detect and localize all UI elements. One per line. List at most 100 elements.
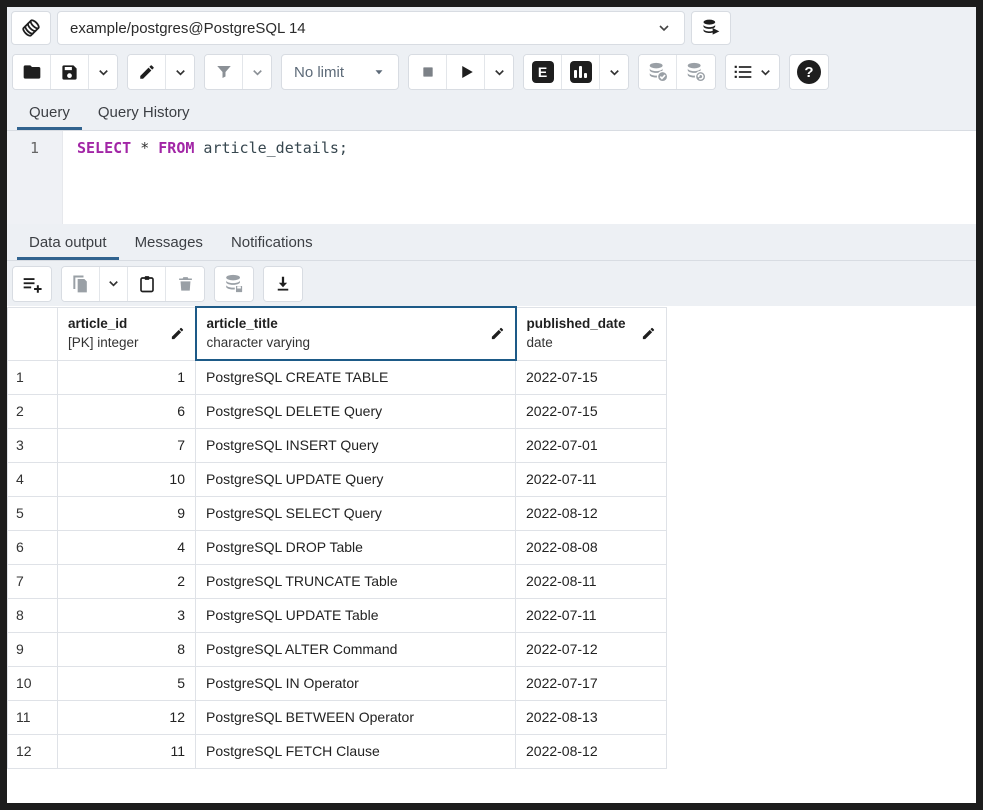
- tab-data-output[interactable]: Data output: [17, 224, 119, 260]
- save-button[interactable]: [51, 55, 89, 89]
- explain-button[interactable]: E: [524, 55, 562, 89]
- cell-article-id[interactable]: 8: [57, 631, 196, 667]
- tab-notifications[interactable]: Notifications: [219, 224, 325, 260]
- table-row: 5 9 PostgreSQL SELECT Query 2022-08-12: [7, 495, 667, 531]
- cell-article-id[interactable]: 7: [57, 427, 196, 463]
- row-number-cell[interactable]: 6: [7, 529, 58, 565]
- download-results-button[interactable]: [264, 266, 302, 301]
- cell-article-title[interactable]: PostgreSQL DROP Table: [195, 529, 516, 565]
- save-data-changes-button[interactable]: [215, 266, 253, 301]
- cell-article-title[interactable]: PostgreSQL CREATE TABLE: [195, 359, 516, 395]
- explain-menu-button[interactable]: [600, 55, 628, 89]
- cell-published-date[interactable]: 2022-07-12: [515, 631, 667, 667]
- new-connection-button[interactable]: [691, 11, 731, 45]
- copy-menu-button[interactable]: [100, 266, 128, 301]
- cell-published-date[interactable]: 2022-07-15: [515, 393, 667, 429]
- tab-notifications-label: Notifications: [230, 233, 313, 251]
- edit-column-pencil-icon[interactable]: [641, 326, 656, 341]
- cell-article-title[interactable]: PostgreSQL IN Operator: [195, 665, 516, 701]
- row-number-cell[interactable]: 8: [7, 597, 58, 633]
- connection-selector[interactable]: example/postgres@PostgreSQL 14: [57, 11, 685, 45]
- cell-article-title[interactable]: PostgreSQL SELECT Query: [195, 495, 516, 531]
- row-number-cell[interactable]: 1: [7, 359, 58, 395]
- execute-button[interactable]: [447, 55, 485, 89]
- row-number-cell[interactable]: 11: [7, 699, 58, 735]
- cell-article-id[interactable]: 5: [57, 665, 196, 701]
- query-tool-connection-button[interactable]: [11, 11, 51, 45]
- row-number-cell[interactable]: 2: [7, 393, 58, 429]
- cell-article-title[interactable]: PostgreSQL INSERT Query: [195, 427, 516, 463]
- cell-article-id[interactable]: 12: [57, 699, 196, 735]
- help-button[interactable]: ?: [790, 55, 828, 89]
- add-row-button[interactable]: [13, 266, 51, 301]
- cancel-query-button[interactable]: [409, 55, 447, 89]
- sql-keyword: FROM: [158, 139, 195, 157]
- edit-column-pencil-icon[interactable]: [170, 326, 185, 341]
- chevron-down-icon: [96, 65, 111, 80]
- cell-published-date[interactable]: 2022-08-11: [515, 563, 667, 599]
- cell-article-title[interactable]: PostgreSQL ALTER Command: [195, 631, 516, 667]
- cell-article-title[interactable]: PostgreSQL TRUNCATE Table: [195, 563, 516, 599]
- execute-button-group: [408, 54, 514, 90]
- cell-article-id[interactable]: 4: [57, 529, 196, 565]
- column-header-published-date[interactable]: published_date date: [515, 306, 667, 361]
- cell-article-title[interactable]: PostgreSQL UPDATE Query: [195, 461, 516, 497]
- explain-analyze-button[interactable]: [562, 55, 600, 89]
- delete-row-button[interactable]: [166, 266, 204, 301]
- header-row: article_id [PK] integer article_title ch…: [7, 306, 667, 361]
- row-number-cell[interactable]: 9: [7, 631, 58, 667]
- cell-published-date[interactable]: 2022-07-17: [515, 665, 667, 701]
- cell-article-id[interactable]: 2: [57, 563, 196, 599]
- cell-article-id[interactable]: 1: [57, 359, 196, 395]
- copy-button[interactable]: [62, 266, 100, 301]
- filter-button[interactable]: [205, 55, 243, 89]
- cell-published-date[interactable]: 2022-07-15: [515, 359, 667, 395]
- row-number-cell[interactable]: 4: [7, 461, 58, 497]
- edit-column-pencil-icon[interactable]: [490, 326, 505, 341]
- row-number-cell[interactable]: 5: [7, 495, 58, 531]
- cell-article-id[interactable]: 3: [57, 597, 196, 633]
- macros-button[interactable]: [726, 55, 779, 89]
- query-tabbar: Query Query History: [7, 95, 976, 131]
- cell-article-title[interactable]: PostgreSQL DELETE Query: [195, 393, 516, 429]
- save-menu-button[interactable]: [89, 55, 117, 89]
- sql-code-area[interactable]: SELECT * FROM article_details;: [63, 131, 976, 224]
- rollback-button[interactable]: [677, 55, 715, 89]
- download-group: [263, 265, 303, 302]
- cell-article-id[interactable]: 9: [57, 495, 196, 531]
- edit-menu-button[interactable]: [166, 55, 194, 89]
- cell-published-date[interactable]: 2022-07-01: [515, 427, 667, 463]
- cell-article-id[interactable]: 6: [57, 393, 196, 429]
- open-file-button[interactable]: [13, 55, 51, 89]
- cell-published-date[interactable]: 2022-08-12: [515, 495, 667, 531]
- chevron-down-icon: [492, 65, 507, 80]
- select-all-corner-cell[interactable]: [7, 306, 58, 361]
- cell-published-date[interactable]: 2022-08-08: [515, 529, 667, 565]
- row-number-cell[interactable]: 10: [7, 665, 58, 701]
- commit-button[interactable]: [639, 55, 677, 89]
- tab-query-history[interactable]: Query History: [86, 95, 202, 130]
- edit-button[interactable]: [128, 55, 166, 89]
- column-header-article-title[interactable]: article_title character varying: [194, 306, 517, 361]
- execute-menu-button[interactable]: [485, 55, 513, 89]
- cell-article-title[interactable]: PostgreSQL UPDATE Table: [195, 597, 516, 633]
- row-number-cell[interactable]: 7: [7, 563, 58, 599]
- tab-query[interactable]: Query: [17, 95, 82, 130]
- row-limit-select[interactable]: No limit: [281, 54, 399, 90]
- paste-button[interactable]: [128, 266, 166, 301]
- cell-published-date[interactable]: 2022-08-13: [515, 699, 667, 735]
- row-number-cell[interactable]: 3: [7, 427, 58, 463]
- filter-menu-button[interactable]: [243, 55, 271, 89]
- row-number-cell[interactable]: 12: [7, 733, 58, 769]
- cell-published-date[interactable]: 2022-07-11: [515, 597, 667, 633]
- query-tool-window: example/postgres@PostgreSQL 14 No limit …: [0, 0, 983, 810]
- cell-article-title[interactable]: PostgreSQL FETCH Clause: [195, 733, 516, 769]
- cell-published-date[interactable]: 2022-08-12: [515, 733, 667, 769]
- cell-article-title[interactable]: PostgreSQL BETWEEN Operator: [195, 699, 516, 735]
- column-header-article-id[interactable]: article_id [PK] integer: [57, 306, 196, 361]
- tab-messages[interactable]: Messages: [123, 224, 215, 260]
- cell-published-date[interactable]: 2022-07-11: [515, 461, 667, 497]
- output-tabbar: Data output Messages Notifications: [7, 224, 976, 261]
- cell-article-id[interactable]: 11: [57, 733, 196, 769]
- cell-article-id[interactable]: 10: [57, 461, 196, 497]
